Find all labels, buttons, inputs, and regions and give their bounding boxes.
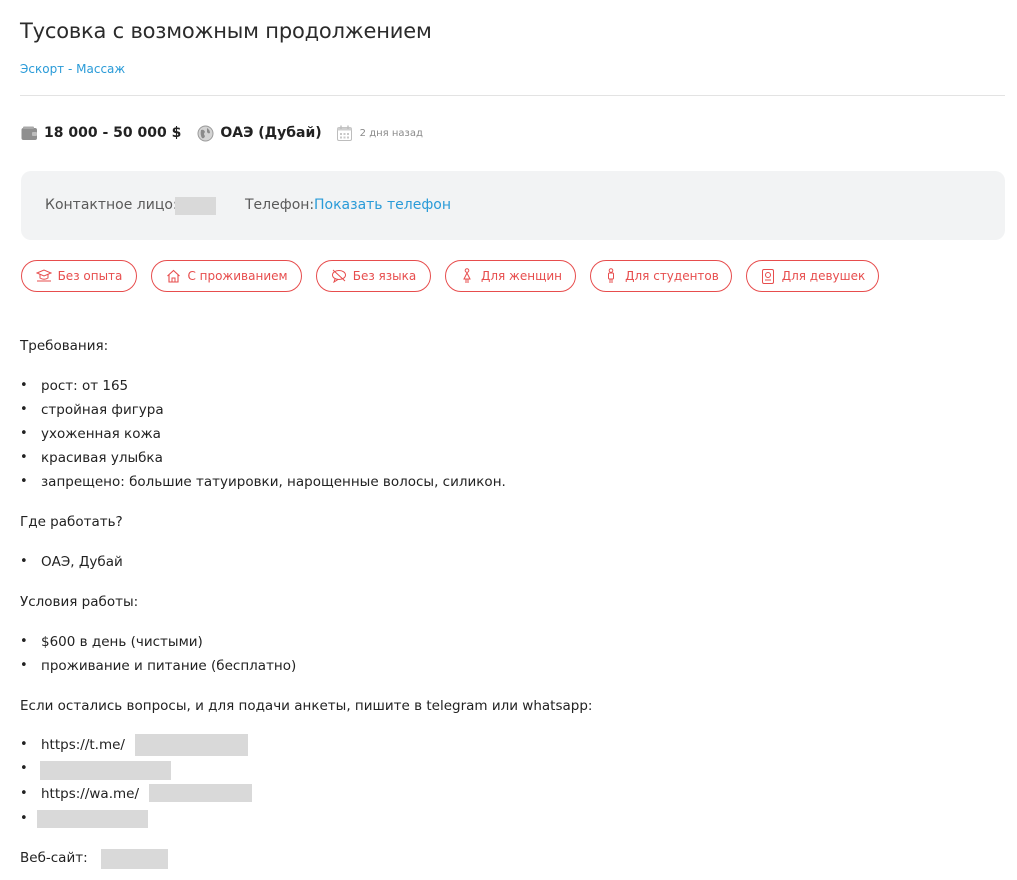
tag-with-housing[interactable]: С проживанием (151, 260, 302, 292)
wallet-icon (20, 124, 38, 142)
breadcrumb: Эскорт - Массаж (20, 61, 125, 77)
globe-icon (196, 124, 214, 142)
requirements-heading: Требования: (20, 338, 109, 354)
website-label: Веб-сайт: (20, 850, 88, 866)
house-icon (165, 268, 181, 284)
tag-no-experience[interactable]: Без опыта (21, 260, 137, 292)
passport-icon (760, 268, 776, 284)
location-value: ОАЭ (Дубай) (220, 125, 322, 141)
redacted-telegram-handle (135, 734, 248, 756)
vacancy-page: Тусовка с возможным продолжением Эскорт … (0, 0, 1017, 880)
tag-label: Без опыта (57, 269, 123, 283)
student-icon (603, 268, 619, 284)
speech-off-icon (331, 268, 347, 284)
apply-text: Если остались вопросы, и для подачи анке… (20, 698, 593, 714)
posted-date: 2 дня назад (359, 127, 423, 139)
conditions-heading: Условия работы: (20, 594, 139, 610)
calendar-icon (336, 124, 354, 142)
page-title: Тусовка с возможным продолжением (20, 19, 432, 43)
woman-icon (459, 268, 475, 284)
salary-value: 18 000 - 50 000 $ (44, 125, 182, 141)
redacted-contact-name (175, 197, 216, 215)
title-divider (20, 95, 1005, 96)
redacted-whatsapp-number (149, 784, 252, 802)
redacted-contact-line (37, 810, 148, 828)
tag-label: Для девушек (781, 269, 866, 283)
tag-for-students[interactable]: Для студентов (590, 260, 732, 292)
redacted-contact-line (40, 761, 171, 780)
contact-person-label: Контактное лицо: (45, 197, 178, 213)
tag-label: Для студентов (625, 269, 719, 283)
breadcrumb-link-category[interactable]: Эскорт - Массаж (20, 62, 125, 76)
tag-label: Без языка (352, 269, 417, 283)
show-phone-link[interactable]: Показать телефон (314, 197, 451, 213)
meta-row: 18 000 - 50 000 $ ОАЭ (Дубай) 2 дня наза… (20, 122, 423, 144)
tag-label: С проживанием (187, 269, 288, 283)
tag-for-girls[interactable]: Для девушек (746, 260, 879, 292)
phone-label: Телефон: (245, 197, 315, 213)
graduation-icon (35, 268, 52, 284)
redacted-website (101, 849, 168, 869)
tag-for-women[interactable]: Для женщин (445, 260, 576, 292)
tag-label: Для женщин (480, 269, 563, 283)
tag-no-language[interactable]: Без языка (316, 260, 431, 292)
contact-panel: Контактное лицо: Телефон: Показать телеф… (21, 171, 1005, 240)
where-heading: Где работать? (20, 514, 123, 530)
